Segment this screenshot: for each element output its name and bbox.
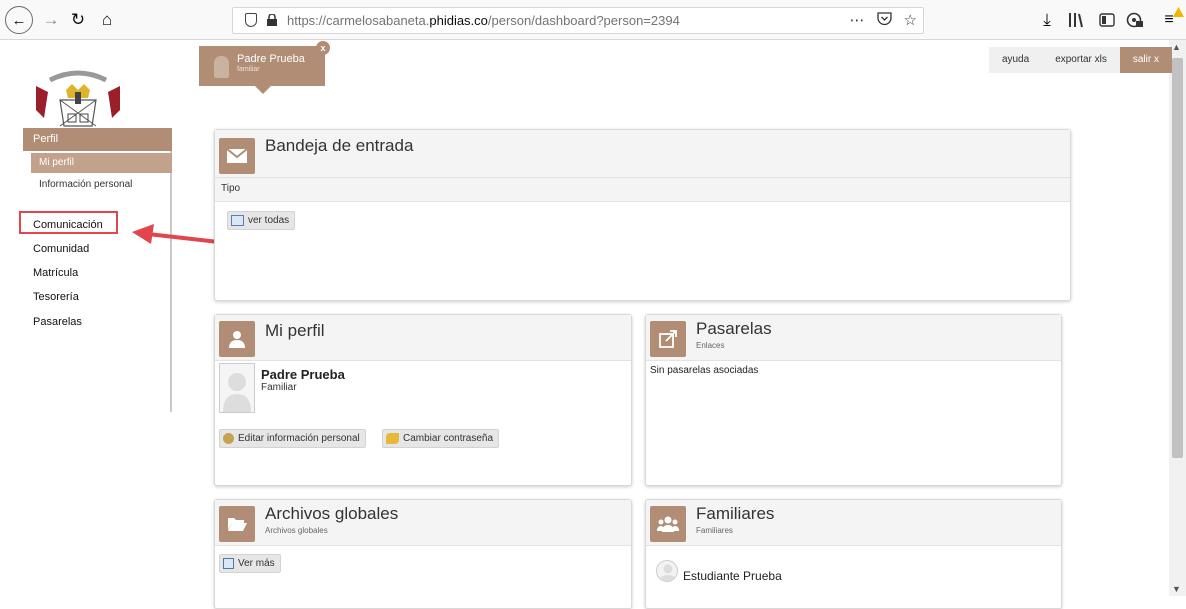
sidebar-item-tesoreria[interactable]: Tesorería bbox=[33, 291, 79, 303]
change-password-button[interactable]: Cambiar contraseña bbox=[382, 429, 500, 448]
lock-icon[interactable] bbox=[267, 13, 277, 26]
family-member-name[interactable]: Estudiante Prueba bbox=[683, 569, 782, 583]
global-files-title: Archivos globales bbox=[265, 504, 399, 523]
external-link-icon bbox=[650, 321, 686, 357]
pocket-icon[interactable] bbox=[876, 11, 892, 30]
family-subtitle: Familiares bbox=[696, 526, 733, 535]
sidebar-toggle-button[interactable] bbox=[1092, 5, 1122, 35]
profile-avatar bbox=[219, 363, 255, 413]
download-icon: ⤓ bbox=[1043, 10, 1051, 29]
sidebar-nav: Perfil Mi perfil Información personal Co… bbox=[0, 128, 172, 412]
sidebar-header-perfil[interactable]: Perfil bbox=[23, 128, 172, 151]
see-more-label: Ver más bbox=[238, 558, 275, 569]
window-icon bbox=[223, 558, 234, 569]
folder-open-icon bbox=[219, 506, 255, 542]
see-more-files-button[interactable]: Ver más bbox=[219, 554, 281, 573]
account-button[interactable] bbox=[1120, 5, 1150, 35]
scroll-up-icon[interactable]: ▲ bbox=[1172, 42, 1181, 52]
sidebar-icon bbox=[1099, 13, 1115, 27]
warning-icon bbox=[1173, 7, 1184, 17]
top-links: ayuda exportar xls salir x bbox=[988, 47, 1172, 73]
scroll-down-icon[interactable]: ▼ bbox=[1172, 584, 1181, 594]
help-link[interactable]: ayuda bbox=[988, 47, 1043, 73]
library-icon bbox=[1069, 13, 1083, 28]
page-actions-icon[interactable]: ⋯ bbox=[850, 11, 865, 30]
mail-icon bbox=[231, 215, 244, 226]
profile-widget: Mi perfil Padre Prueba Familiar Editar i… bbox=[214, 314, 632, 486]
export-xls-link[interactable]: exportar xls bbox=[1042, 47, 1120, 73]
sidebar-item-comunidad[interactable]: Comunidad bbox=[33, 243, 89, 255]
forward-arrow-icon: → bbox=[42, 10, 60, 29]
edit-personal-info-label: Editar información personal bbox=[238, 433, 360, 444]
reload-button[interactable]: ↻ bbox=[63, 5, 93, 35]
sidebar-item-pasarelas[interactable]: Pasarelas bbox=[33, 316, 82, 328]
user-tab-name: Padre Prueba bbox=[237, 53, 305, 65]
family-widget: Familiares Familiares Estudiante Prueba bbox=[645, 499, 1062, 609]
tab-pointer bbox=[255, 86, 271, 94]
home-button[interactable]: ⌂ bbox=[92, 5, 122, 35]
envelope-icon bbox=[219, 138, 255, 174]
edit-user-icon bbox=[223, 433, 234, 444]
profile-name: Padre Prueba bbox=[261, 367, 345, 382]
see-all-label: ver todas bbox=[248, 215, 290, 226]
back-arrow-icon: ← bbox=[5, 6, 33, 34]
home-icon: ⌂ bbox=[101, 10, 113, 29]
tracking-shield-icon[interactable] bbox=[245, 13, 257, 27]
downloads-button[interactable]: ⤓ bbox=[1032, 5, 1062, 35]
profile-role: Familiar bbox=[261, 382, 297, 393]
forward-button[interactable]: → bbox=[36, 5, 66, 35]
gateways-title: Pasarelas bbox=[696, 319, 772, 338]
profile-title: Mi perfil bbox=[265, 321, 325, 340]
global-files-widget: Archivos globales Archivos globales Ver … bbox=[214, 499, 632, 609]
account-icon bbox=[1126, 12, 1143, 28]
sidebar-item-matricula[interactable]: Matrícula bbox=[33, 267, 78, 279]
user-tab-role: familiar bbox=[237, 66, 260, 73]
url-text[interactable]: https://carmelosabaneta.phidias.co/perso… bbox=[287, 13, 680, 28]
page-scrollbar[interactable]: ▲ ▼ bbox=[1169, 40, 1186, 596]
library-button[interactable] bbox=[1062, 5, 1092, 35]
gateways-widget: Pasarelas Enlaces Sin pasarelas asociada… bbox=[645, 314, 1062, 486]
sidebar-item-mi-perfil[interactable]: Mi perfil bbox=[31, 153, 172, 173]
inbox-widget: Bandeja de entrada Tipo ver todas bbox=[214, 129, 1071, 301]
gateways-empty-message: Sin pasarelas asociadas bbox=[650, 365, 759, 376]
back-button[interactable]: ← bbox=[4, 5, 34, 35]
family-title: Familiares bbox=[696, 504, 775, 523]
users-group-icon bbox=[650, 506, 686, 542]
reload-icon: ↻ bbox=[70, 10, 86, 29]
change-password-label: Cambiar contraseña bbox=[403, 433, 494, 444]
sidebar-item-informacion-personal[interactable]: Información personal bbox=[31, 175, 172, 195]
key-icon bbox=[386, 433, 399, 444]
see-all-messages-button[interactable]: ver todas bbox=[227, 211, 296, 230]
user-icon bbox=[219, 321, 255, 357]
url-bar[interactable]: https://carmelosabaneta.phidias.co/perso… bbox=[232, 7, 924, 34]
bookmark-star-icon[interactable]: ☆ bbox=[904, 11, 917, 30]
annotation-highlight-box bbox=[19, 211, 118, 234]
edit-personal-info-button[interactable]: Editar información personal bbox=[219, 429, 366, 448]
family-member-avatar[interactable] bbox=[656, 560, 678, 582]
gateways-subtitle: Enlaces bbox=[696, 341, 725, 350]
logout-button[interactable]: salir x bbox=[1119, 47, 1172, 73]
close-user-tab-button[interactable]: x bbox=[316, 41, 330, 55]
school-logo bbox=[30, 70, 126, 130]
user-avatar bbox=[214, 56, 229, 78]
menu-button[interactable]: ≡ bbox=[1154, 5, 1184, 35]
inbox-title: Bandeja de entrada bbox=[265, 136, 414, 155]
inbox-type-label: Tipo bbox=[221, 183, 241, 194]
browser-toolbar: ← → ↻ ⌂ https://carmelosabaneta.phidias.… bbox=[0, 0, 1186, 40]
scrollbar-thumb[interactable] bbox=[1172, 58, 1183, 458]
global-files-subtitle: Archivos globales bbox=[265, 526, 328, 535]
active-user-tab[interactable]: Padre Prueba familiar x bbox=[199, 41, 330, 94]
